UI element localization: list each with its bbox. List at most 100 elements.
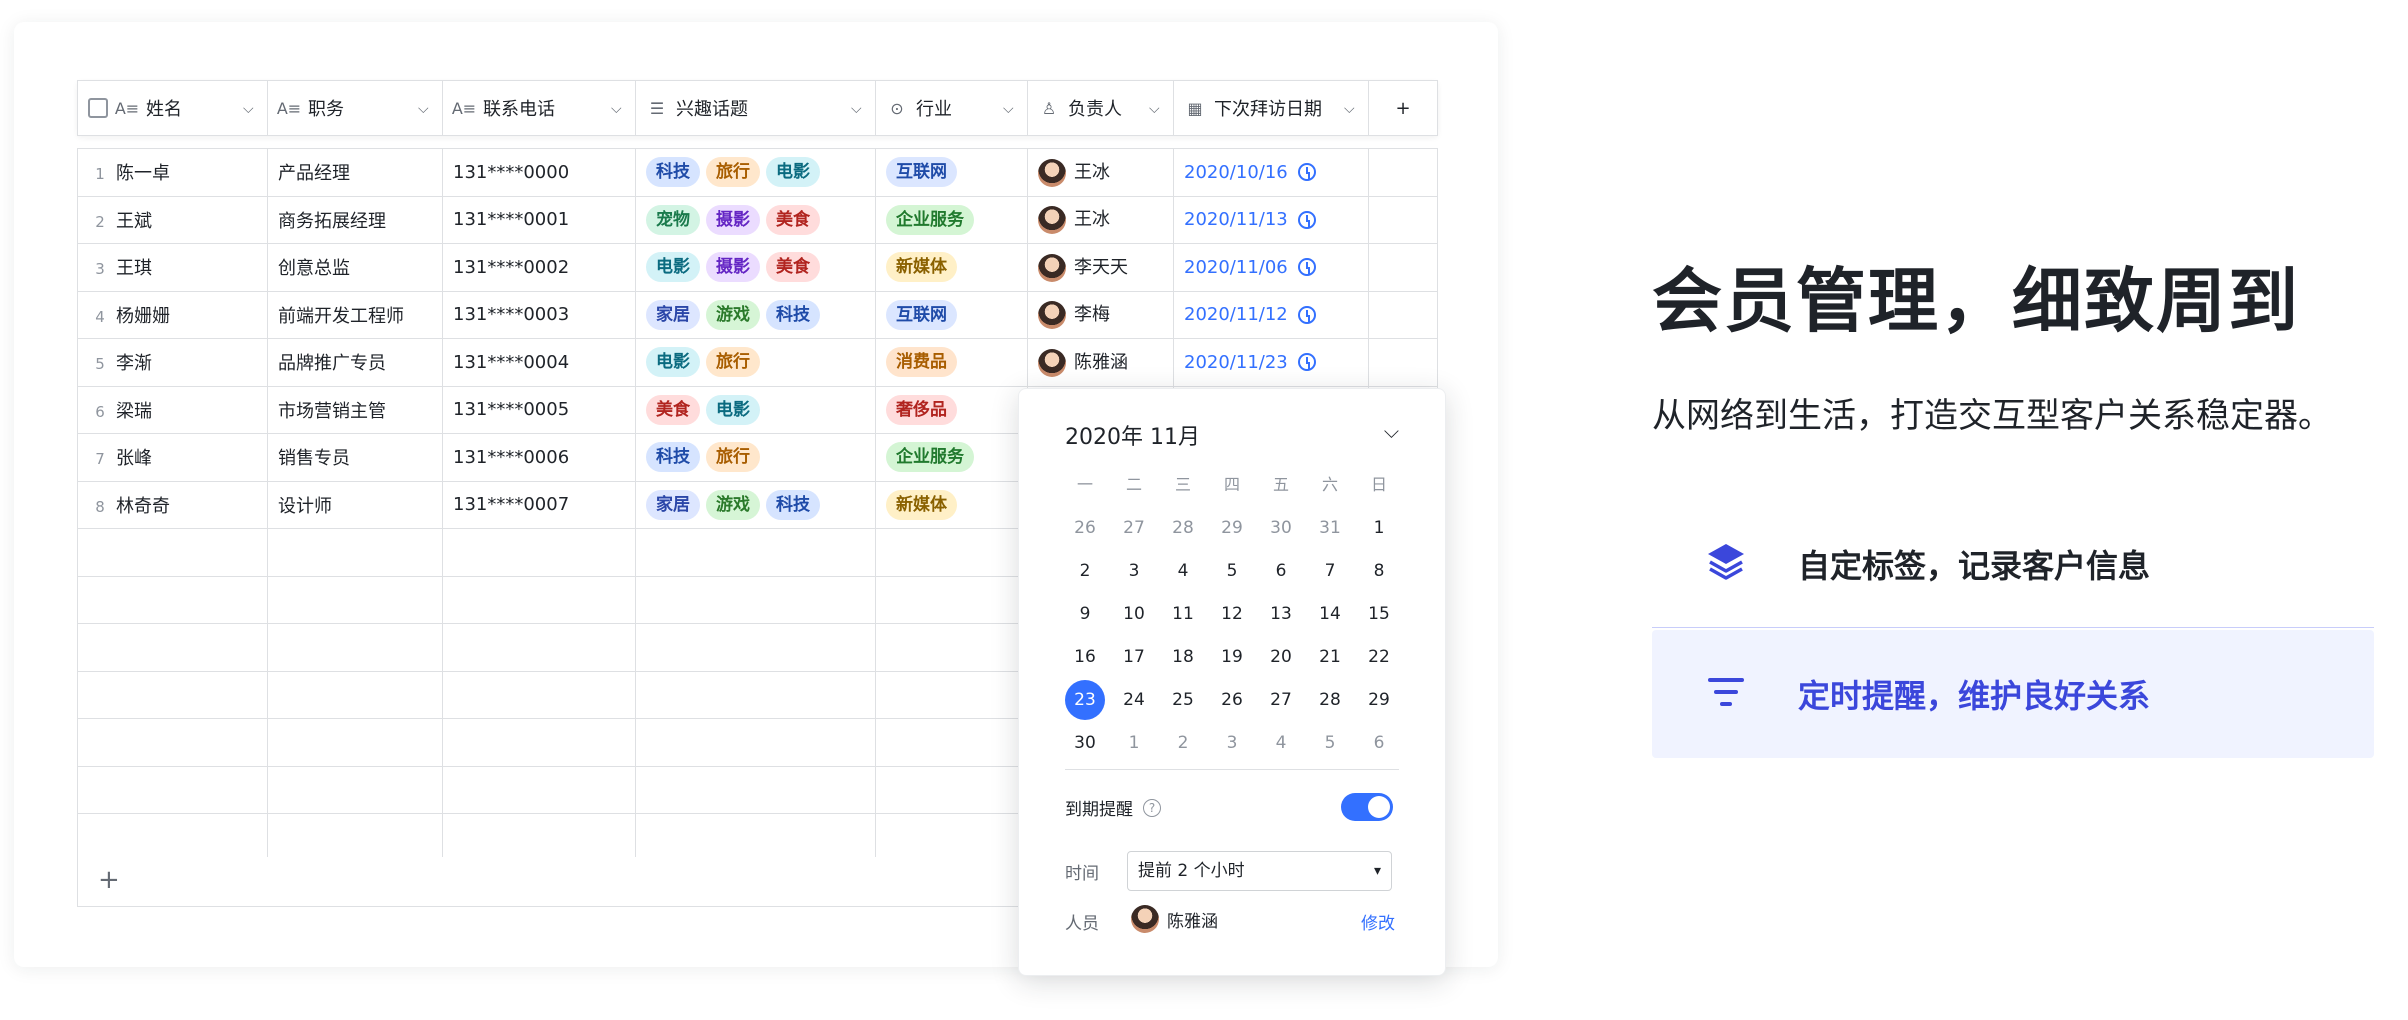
cell-interests[interactable] bbox=[635, 718, 876, 767]
cell-phone[interactable] bbox=[442, 718, 636, 767]
calendar-day[interactable]: 8 bbox=[1359, 551, 1399, 591]
remind-toggle[interactable] bbox=[1341, 793, 1393, 821]
cell-industry[interactable]: 新媒体 bbox=[875, 243, 1028, 292]
time-select[interactable]: 提前 2 个小时 bbox=[1127, 851, 1392, 891]
cell-interests[interactable] bbox=[635, 671, 876, 719]
cell-interests[interactable] bbox=[635, 813, 876, 862]
cell-owner[interactable]: 李梅 bbox=[1027, 291, 1174, 339]
cell-title[interactable]: 销售专员 bbox=[267, 433, 443, 482]
cell-title[interactable]: 商务拓展经理 bbox=[267, 196, 443, 244]
cell-title[interactable]: 市场营销主管 bbox=[267, 386, 443, 434]
calendar-day[interactable]: 5 bbox=[1310, 723, 1350, 763]
cell-title[interactable]: 前端开发工程师 bbox=[267, 291, 443, 339]
cell-industry[interactable]: 消费品 bbox=[875, 338, 1028, 387]
cell-interests[interactable] bbox=[635, 576, 876, 624]
calendar-day[interactable]: 19 bbox=[1212, 637, 1252, 677]
cell-industry[interactable] bbox=[875, 766, 1028, 814]
cell-name[interactable] bbox=[77, 528, 268, 577]
calendar-day[interactable]: 7 bbox=[1310, 551, 1350, 591]
calendar-day[interactable]: 4 bbox=[1163, 551, 1203, 591]
header-name[interactable]: A≡ 姓名 ⌵ bbox=[77, 80, 268, 136]
cell-phone[interactable]: 131****0001 bbox=[442, 196, 636, 244]
cell-industry[interactable] bbox=[875, 813, 1028, 862]
calendar-day[interactable]: 31 bbox=[1310, 508, 1350, 548]
calendar-day[interactable]: 27 bbox=[1114, 508, 1154, 548]
cell-phone[interactable] bbox=[442, 671, 636, 719]
cell-interests[interactable] bbox=[635, 528, 876, 577]
cell-phone[interactable] bbox=[442, 576, 636, 624]
cell-owner[interactable]: 王冰 bbox=[1027, 148, 1174, 197]
cell-industry[interactable] bbox=[875, 718, 1028, 767]
cell-name[interactable]: 4 杨姗姗 bbox=[77, 291, 268, 339]
cell-title[interactable] bbox=[267, 813, 443, 862]
calendar-day[interactable]: 29 bbox=[1359, 680, 1399, 720]
calendar-day[interactable]: 28 bbox=[1310, 680, 1350, 720]
cell-phone[interactable] bbox=[442, 623, 636, 672]
cell-interests[interactable] bbox=[635, 766, 876, 814]
header-phone[interactable]: A≡ 联系电话 ⌵ bbox=[442, 80, 636, 136]
help-icon[interactable]: ? bbox=[1143, 798, 1161, 817]
table-row[interactable]: 2 王斌 商务拓展经理 131****0001 宠物 摄影 美食 企业服务 王冰 2020/11/… bbox=[77, 196, 1438, 244]
cell-phone[interactable]: 131****0006 bbox=[442, 433, 636, 482]
cell-industry[interactable]: 新媒体 bbox=[875, 481, 1028, 529]
cell-title[interactable] bbox=[267, 623, 443, 672]
header-title[interactable]: A≡ 职务 ⌵ bbox=[267, 80, 443, 136]
calendar-day[interactable]: 9 bbox=[1065, 594, 1105, 634]
cell-interests[interactable]: 电影 旅行 bbox=[635, 338, 876, 387]
cell-phone[interactable]: 131****0002 bbox=[442, 243, 636, 292]
calendar-day[interactable]: 14 bbox=[1310, 594, 1350, 634]
calendar-day[interactable]: 1 bbox=[1114, 723, 1154, 763]
calendar-day[interactable]: 6 bbox=[1359, 723, 1399, 763]
cell-industry[interactable]: 企业服务 bbox=[875, 196, 1028, 244]
calendar-day[interactable]: 2 bbox=[1163, 723, 1203, 763]
cell-name[interactable]: 5 李渐 bbox=[77, 338, 268, 387]
cell-phone[interactable]: 131****0000 bbox=[442, 148, 636, 197]
calendar-day[interactable]: 16 bbox=[1065, 637, 1105, 677]
cell-name[interactable] bbox=[77, 718, 268, 767]
cell-name[interactable]: 7 张峰 bbox=[77, 433, 268, 482]
cell-name[interactable] bbox=[77, 576, 268, 624]
cell-next-visit[interactable]: 2020/11/06 bbox=[1173, 243, 1369, 292]
calendar-day[interactable]: 30 bbox=[1065, 723, 1105, 763]
cell-owner[interactable]: 王冰 bbox=[1027, 196, 1174, 244]
calendar-day[interactable]: 21 bbox=[1310, 637, 1350, 677]
cell-interests[interactable]: 家居 游戏 科技 bbox=[635, 291, 876, 339]
cell-next-visit[interactable]: 2020/11/12 bbox=[1173, 291, 1369, 339]
calendar-day[interactable]: 25 bbox=[1163, 680, 1203, 720]
cell-phone[interactable] bbox=[442, 813, 636, 862]
chevron-down-icon[interactable]: ⌵ bbox=[1003, 101, 1017, 117]
chevron-down-icon[interactable]: ⌵ bbox=[418, 101, 432, 117]
cell-name[interactable]: 8 林奇奇 bbox=[77, 481, 268, 529]
cell-next-visit[interactable]: 2020/10/16 bbox=[1173, 148, 1369, 197]
calendar-day[interactable]: 10 bbox=[1114, 594, 1154, 634]
table-row[interactable]: 3 王琪 创意总监 131****0002 电影 摄影 美食 新媒体 李天天 2020/11/06 bbox=[77, 243, 1438, 292]
cell-industry[interactable] bbox=[875, 528, 1028, 577]
chevron-down-icon[interactable]: ⌵ bbox=[1149, 101, 1163, 117]
table-row[interactable]: 1 陈一卓 产品经理 131****0000 科技 旅行 电影 互联网 王冰 2020/10/16 bbox=[77, 148, 1438, 197]
cell-title[interactable]: 产品经理 bbox=[267, 148, 443, 197]
chevron-down-icon[interactable]: ⌵ bbox=[1384, 419, 1399, 443]
cell-interests[interactable]: 科技 旅行 bbox=[635, 433, 876, 482]
cell-empty[interactable] bbox=[1368, 338, 1438, 387]
calendar-day[interactable]: 13 bbox=[1261, 594, 1301, 634]
month-title[interactable]: 2020年 11月 bbox=[1065, 419, 1200, 451]
cell-title[interactable] bbox=[267, 671, 443, 719]
cell-interests[interactable]: 家居 游戏 科技 bbox=[635, 481, 876, 529]
cell-empty[interactable] bbox=[1368, 196, 1438, 244]
cell-interests[interactable]: 科技 旅行 电影 bbox=[635, 148, 876, 197]
cell-name[interactable] bbox=[77, 671, 268, 719]
calendar-day[interactable]: 30 bbox=[1261, 508, 1301, 548]
cell-name[interactable] bbox=[77, 623, 268, 672]
cell-name[interactable]: 1 陈一卓 bbox=[77, 148, 268, 197]
cell-title[interactable]: 创意总监 bbox=[267, 243, 443, 292]
cell-industry[interactable] bbox=[875, 623, 1028, 672]
calendar-day[interactable]: 23 bbox=[1065, 679, 1105, 720]
cell-phone[interactable] bbox=[442, 528, 636, 577]
calendar-day[interactable]: 17 bbox=[1114, 637, 1154, 677]
calendar-day[interactable]: 12 bbox=[1212, 594, 1252, 634]
cell-phone[interactable]: 131****0004 bbox=[442, 338, 636, 387]
add-column-button[interactable]: + bbox=[1368, 80, 1438, 136]
cell-phone[interactable]: 131****0003 bbox=[442, 291, 636, 339]
calendar-day[interactable]: 4 bbox=[1261, 723, 1301, 763]
cell-interests[interactable]: 美食 电影 bbox=[635, 386, 876, 434]
